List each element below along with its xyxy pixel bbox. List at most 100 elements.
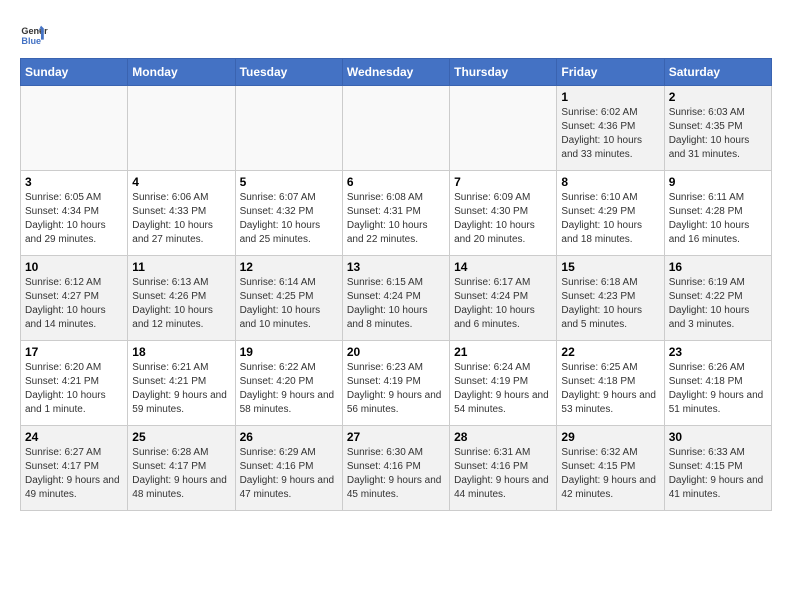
calendar-cell: 22 Sunrise: 6:25 AM Sunset: 4:18 PM Dayli… xyxy=(557,341,664,426)
day-info: Sunrise: 6:02 AM Sunset: 4:36 PM Dayligh… xyxy=(561,106,659,162)
svg-text:Blue: Blue xyxy=(21,36,41,46)
calendar-week-row: 17Sunrise: 6:20 AM Sunset: 4:21 PM Dayli… xyxy=(21,341,772,426)
day-number: 10 xyxy=(25,260,123,274)
day-info: Sunrise: 6:31 AM Sunset: 4:16 PM Dayligh… xyxy=(454,446,552,502)
calendar-cell xyxy=(342,86,449,171)
day-info: Sunrise: 6:21 AM Sunset: 4:21 PM Dayligh… xyxy=(132,361,230,417)
day-number: 2 xyxy=(669,90,767,104)
day-number: 1 xyxy=(561,90,659,104)
day-info: Sunrise: 6:30 AM Sunset: 4:16 PM Dayligh… xyxy=(347,446,445,502)
calendar-cell: 13 Sunrise: 6:15 AM Sunset: 4:24 PM Dayli… xyxy=(342,256,449,341)
calendar-cell: 4 Sunrise: 6:06 AM Sunset: 4:33 PM Daylig… xyxy=(128,171,235,256)
day-number: 28 xyxy=(454,430,552,444)
day-info: Sunrise: 6:12 AM Sunset: 4:27 PM Dayligh… xyxy=(25,276,123,332)
calendar-cell: 28 Sunrise: 6:31 AM Sunset: 4:16 PM Dayli… xyxy=(450,426,557,511)
calendar-cell xyxy=(450,86,557,171)
day-info: Sunrise: 6:27 AM Sunset: 4:17 PM Dayligh… xyxy=(25,446,123,502)
calendar-week-row: 24 Sunrise: 6:27 AM Sunset: 4:17 PM Dayli… xyxy=(21,426,772,511)
calendar-cell: 17Sunrise: 6:20 AM Sunset: 4:21 PM Dayli… xyxy=(21,341,128,426)
weekday-header: Friday xyxy=(557,59,664,86)
day-number: 27 xyxy=(347,430,445,444)
day-info: Sunrise: 6:08 AM Sunset: 4:31 PM Dayligh… xyxy=(347,191,445,247)
day-number: 26 xyxy=(240,430,338,444)
calendar-cell: 5Sunrise: 6:07 AM Sunset: 4:32 PM Daylig… xyxy=(235,171,342,256)
logo: General Blue xyxy=(20,20,52,48)
calendar-cell: 1 Sunrise: 6:02 AM Sunset: 4:36 PM Daylig… xyxy=(557,86,664,171)
calendar-cell: 20Sunrise: 6:23 AM Sunset: 4:19 PM Dayli… xyxy=(342,341,449,426)
day-number: 12 xyxy=(240,260,338,274)
day-info: Sunrise: 6:13 AM Sunset: 4:26 PM Dayligh… xyxy=(132,276,230,332)
calendar-cell: 15 Sunrise: 6:18 AM Sunset: 4:23 PM Dayli… xyxy=(557,256,664,341)
day-number: 22 xyxy=(561,345,659,359)
day-info: Sunrise: 6:25 AM Sunset: 4:18 PM Dayligh… xyxy=(561,361,659,417)
weekday-header: Saturday xyxy=(664,59,771,86)
header-row: SundayMondayTuesdayWednesdayThursdayFrid… xyxy=(21,59,772,86)
day-number: 3 xyxy=(25,175,123,189)
calendar-cell: 26 Sunrise: 6:29 AM Sunset: 4:16 PM Dayli… xyxy=(235,426,342,511)
calendar-cell: 25 Sunrise: 6:28 AM Sunset: 4:17 PM Dayli… xyxy=(128,426,235,511)
page-header: General Blue xyxy=(20,20,772,48)
day-number: 21 xyxy=(454,345,552,359)
day-info: Sunrise: 6:32 AM Sunset: 4:15 PM Dayligh… xyxy=(561,446,659,502)
calendar-cell: 23 Sunrise: 6:26 AM Sunset: 4:18 PM Dayli… xyxy=(664,341,771,426)
day-number: 9 xyxy=(669,175,767,189)
day-info: Sunrise: 6:05 AM Sunset: 4:34 PM Dayligh… xyxy=(25,191,123,247)
calendar-cell: 27 Sunrise: 6:30 AM Sunset: 4:16 PM Dayli… xyxy=(342,426,449,511)
calendar-cell: 14Sunrise: 6:17 AM Sunset: 4:24 PM Dayli… xyxy=(450,256,557,341)
weekday-header: Thursday xyxy=(450,59,557,86)
day-info: Sunrise: 6:20 AM Sunset: 4:21 PM Dayligh… xyxy=(25,361,123,417)
calendar-cell: 19 Sunrise: 6:22 AM Sunset: 4:20 PM Dayli… xyxy=(235,341,342,426)
day-info: Sunrise: 6:22 AM Sunset: 4:20 PM Dayligh… xyxy=(240,361,338,417)
day-info: Sunrise: 6:14 AM Sunset: 4:25 PM Dayligh… xyxy=(240,276,338,332)
day-info: Sunrise: 6:29 AM Sunset: 4:16 PM Dayligh… xyxy=(240,446,338,502)
day-number: 18 xyxy=(132,345,230,359)
calendar-cell: 7 Sunrise: 6:09 AM Sunset: 4:30 PM Daylig… xyxy=(450,171,557,256)
calendar-cell: 10 Sunrise: 6:12 AM Sunset: 4:27 PM Dayli… xyxy=(21,256,128,341)
day-info: Sunrise: 6:17 AM Sunset: 4:24 PM Dayligh… xyxy=(454,276,552,332)
day-number: 24 xyxy=(25,430,123,444)
weekday-header: Sunday xyxy=(21,59,128,86)
calendar-cell: 6 Sunrise: 6:08 AM Sunset: 4:31 PM Daylig… xyxy=(342,171,449,256)
calendar-cell xyxy=(21,86,128,171)
day-number: 19 xyxy=(240,345,338,359)
weekday-header: Monday xyxy=(128,59,235,86)
day-info: Sunrise: 6:10 AM Sunset: 4:29 PM Dayligh… xyxy=(561,191,659,247)
calendar-cell xyxy=(128,86,235,171)
day-info: Sunrise: 6:07 AM Sunset: 4:32 PM Dayligh… xyxy=(240,191,338,247)
day-number: 11 xyxy=(132,260,230,274)
weekday-header: Tuesday xyxy=(235,59,342,86)
day-info: Sunrise: 6:33 AM Sunset: 4:15 PM Dayligh… xyxy=(669,446,767,502)
day-info: Sunrise: 6:26 AM Sunset: 4:18 PM Dayligh… xyxy=(669,361,767,417)
day-info: Sunrise: 6:06 AM Sunset: 4:33 PM Dayligh… xyxy=(132,191,230,247)
day-number: 20 xyxy=(347,345,445,359)
weekday-header: Wednesday xyxy=(342,59,449,86)
calendar-cell xyxy=(235,86,342,171)
day-info: Sunrise: 6:18 AM Sunset: 4:23 PM Dayligh… xyxy=(561,276,659,332)
svg-text:General: General xyxy=(21,26,48,36)
calendar-cell: 8 Sunrise: 6:10 AM Sunset: 4:29 PM Daylig… xyxy=(557,171,664,256)
calendar-cell: 30 Sunrise: 6:33 AM Sunset: 4:15 PM Dayli… xyxy=(664,426,771,511)
day-number: 13 xyxy=(347,260,445,274)
day-info: Sunrise: 6:15 AM Sunset: 4:24 PM Dayligh… xyxy=(347,276,445,332)
calendar-week-row: 10 Sunrise: 6:12 AM Sunset: 4:27 PM Dayli… xyxy=(21,256,772,341)
day-info: Sunrise: 6:09 AM Sunset: 4:30 PM Dayligh… xyxy=(454,191,552,247)
day-info: Sunrise: 6:24 AM Sunset: 4:19 PM Dayligh… xyxy=(454,361,552,417)
day-number: 29 xyxy=(561,430,659,444)
calendar-cell: 9 Sunrise: 6:11 AM Sunset: 4:28 PM Daylig… xyxy=(664,171,771,256)
day-number: 15 xyxy=(561,260,659,274)
day-number: 30 xyxy=(669,430,767,444)
day-number: 4 xyxy=(132,175,230,189)
calendar-cell: 18 Sunrise: 6:21 AM Sunset: 4:21 PM Dayli… xyxy=(128,341,235,426)
day-number: 7 xyxy=(454,175,552,189)
day-info: Sunrise: 6:19 AM Sunset: 4:22 PM Dayligh… xyxy=(669,276,767,332)
day-number: 25 xyxy=(132,430,230,444)
calendar-cell: 16Sunrise: 6:19 AM Sunset: 4:22 PM Dayli… xyxy=(664,256,771,341)
day-number: 8 xyxy=(561,175,659,189)
day-number: 6 xyxy=(347,175,445,189)
day-number: 23 xyxy=(669,345,767,359)
calendar-cell: 12 Sunrise: 6:14 AM Sunset: 4:25 PM Dayli… xyxy=(235,256,342,341)
day-info: Sunrise: 6:03 AM Sunset: 4:35 PM Dayligh… xyxy=(669,106,767,162)
day-info: Sunrise: 6:11 AM Sunset: 4:28 PM Dayligh… xyxy=(669,191,767,247)
calendar-cell: 21 Sunrise: 6:24 AM Sunset: 4:19 PM Dayli… xyxy=(450,341,557,426)
day-info: Sunrise: 6:28 AM Sunset: 4:17 PM Dayligh… xyxy=(132,446,230,502)
